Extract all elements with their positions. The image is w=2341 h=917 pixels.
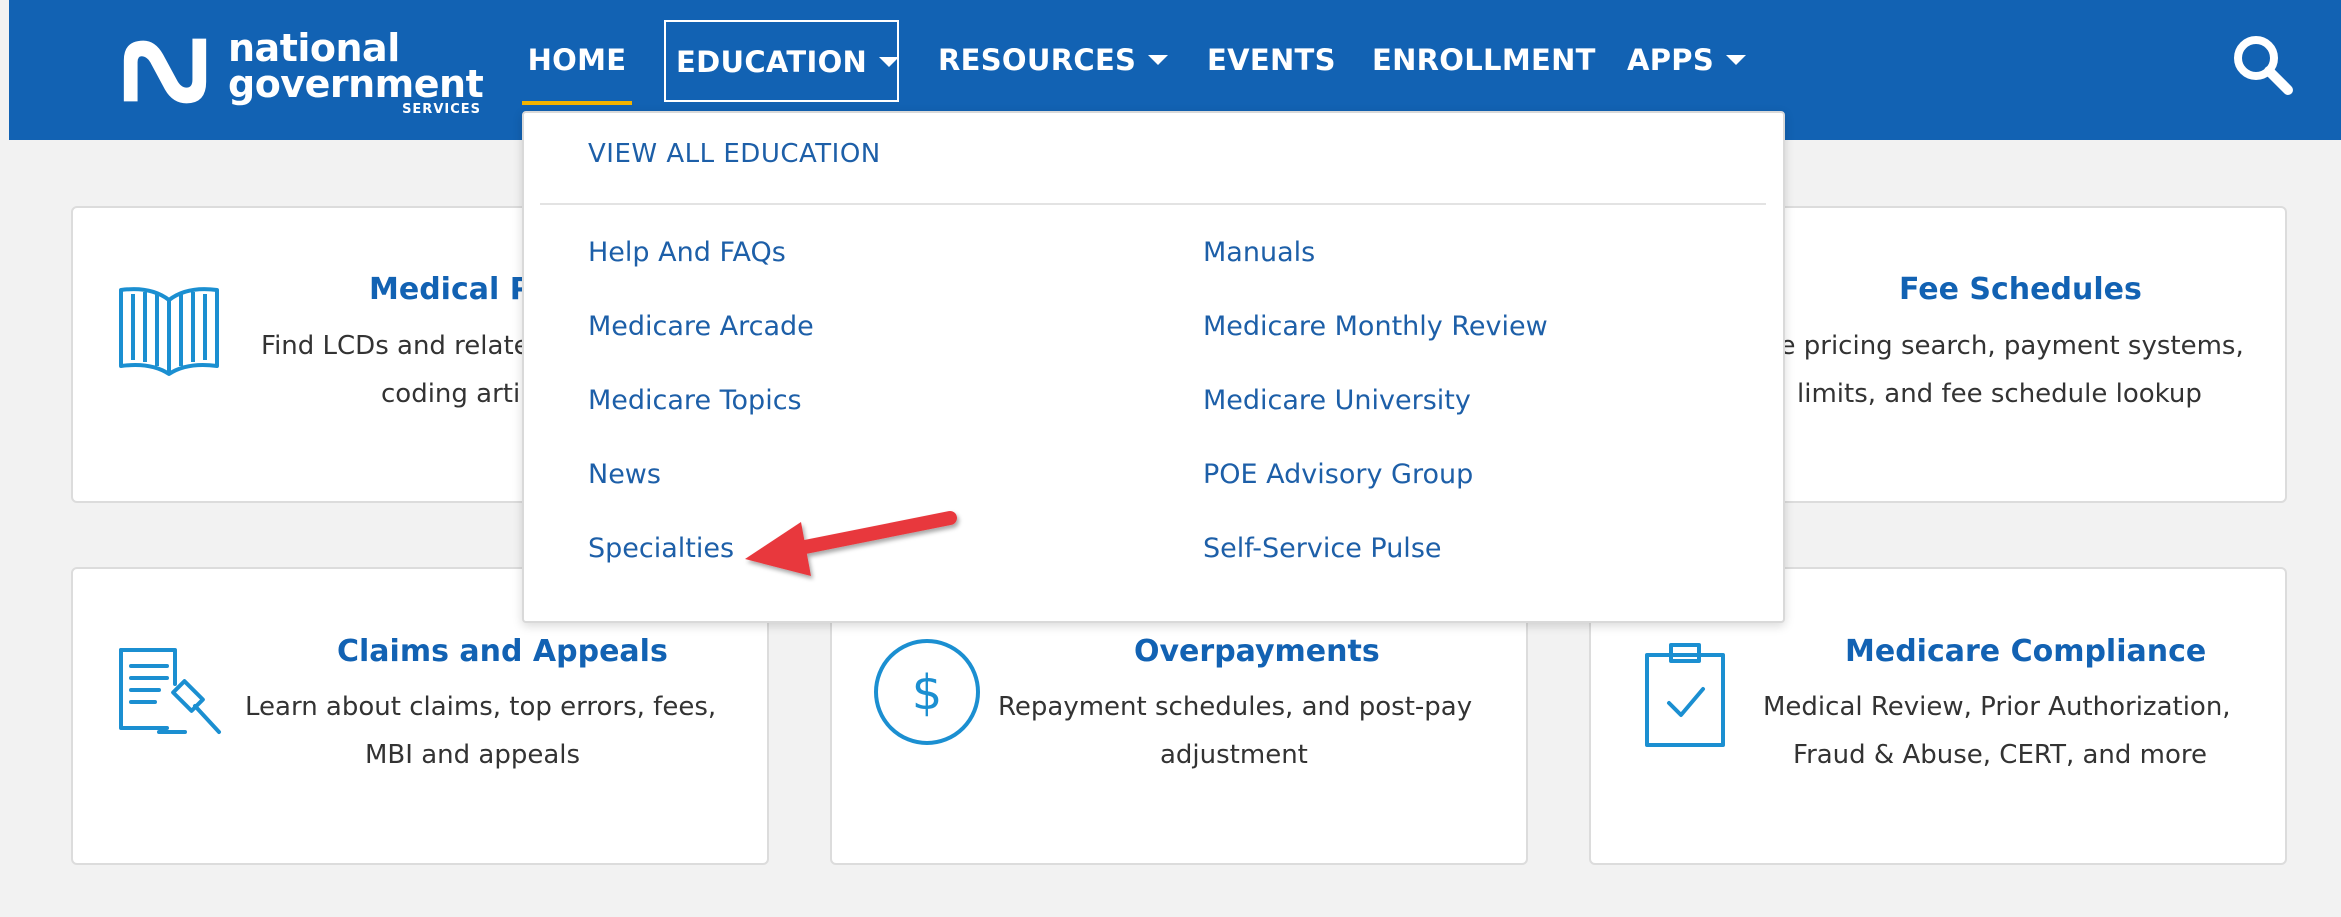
card-description-line: Learn about claims, top errors, fees, — [245, 692, 717, 722]
card-description-line: Fraud & Abuse, CERT, and more — [1793, 740, 2208, 770]
card-title: Overpayments — [1134, 634, 1380, 669]
nav-apps[interactable]: APPS — [1627, 20, 1747, 102]
red-annotation-arrow-icon — [745, 511, 957, 576]
document-gavel-icon — [119, 648, 221, 734]
dropdown-link-medicare-university[interactable]: Medicare University — [1203, 385, 1471, 416]
search-icon[interactable] — [2228, 30, 2298, 100]
card-description-line: de pricing search, payment systems, — [1763, 331, 2244, 361]
dropdown-link-medicare-topics[interactable]: Medicare Topics — [588, 385, 802, 416]
ngs-logo-mark-icon — [123, 38, 207, 104]
logo-text: national government SERVICES — [228, 26, 484, 118]
nav-apps-label: APPS — [1627, 43, 1715, 77]
card-description-line: MBI and appeals — [365, 740, 581, 770]
dropdown-link-medicare-arcade[interactable]: Medicare Arcade — [588, 311, 814, 342]
logo-text-line2: government — [228, 62, 484, 106]
card-description-line: limits, and fee schedule lookup — [1797, 379, 2202, 409]
svg-text:$: $ — [912, 665, 943, 721]
nav-home[interactable]: HOME — [522, 20, 632, 102]
dropdown-link-help-and-faqs[interactable]: Help And FAQs — [588, 237, 786, 268]
dropdown-link-news[interactable]: News — [588, 459, 661, 490]
card-title: Medicare Compliance — [1845, 634, 2207, 669]
dropdown-view-all-link[interactable]: VIEW ALL EDUCATION — [588, 139, 881, 169]
nav-home-active-underline — [522, 101, 632, 105]
ngs-logo[interactable]: national government SERVICES — [116, 26, 496, 118]
logo-text-line1: national — [228, 26, 400, 70]
dropdown-link-manuals[interactable]: Manuals — [1203, 237, 1315, 268]
nav-events[interactable]: EVENTS — [1207, 20, 1336, 102]
dropdown-link-self-service-pulse[interactable]: Self-Service Pulse — [1203, 533, 1442, 564]
dropdown-link-specialties[interactable]: Specialties — [588, 533, 734, 564]
book-icon — [119, 287, 219, 376]
dropdown-divider — [540, 203, 1766, 205]
card-description-line: Find LCDs and relate — [261, 331, 530, 361]
nav-enrollment[interactable]: ENROLLMENT — [1372, 20, 1595, 102]
clipboard-check-icon — [1645, 643, 1725, 747]
card-description-line: Repayment schedules, and post-pay — [998, 692, 1473, 722]
dropdown-link-medicare-monthly-review[interactable]: Medicare Monthly Review — [1203, 311, 1548, 342]
nav-education-label: EDUCATION — [676, 45, 868, 79]
card-description-line: Medical Review, Prior Authorization, — [1763, 692, 2231, 722]
card-description-line: adjustment — [1160, 740, 1308, 770]
card-title: Fee Schedules — [1899, 272, 2142, 307]
nav-resources[interactable]: RESOURCES — [938, 20, 1169, 102]
card-title: Claims and Appeals — [337, 634, 668, 669]
dropdown-link-poe-advisory-group[interactable]: POE Advisory Group — [1203, 459, 1473, 490]
dollar-circle-icon: $ — [874, 639, 980, 745]
caret-down-icon — [1726, 55, 1747, 65]
caret-down-icon — [1148, 55, 1169, 65]
caret-down-icon — [879, 57, 900, 67]
nav-education[interactable]: EDUCATION — [664, 20, 900, 102]
education-dropdown-menu: VIEW ALL EDUCATION Help And FAQs Medicar… — [522, 111, 1785, 623]
nav-resources-label: RESOURCES — [938, 43, 1137, 77]
card-description-line: coding arti — [381, 379, 521, 409]
